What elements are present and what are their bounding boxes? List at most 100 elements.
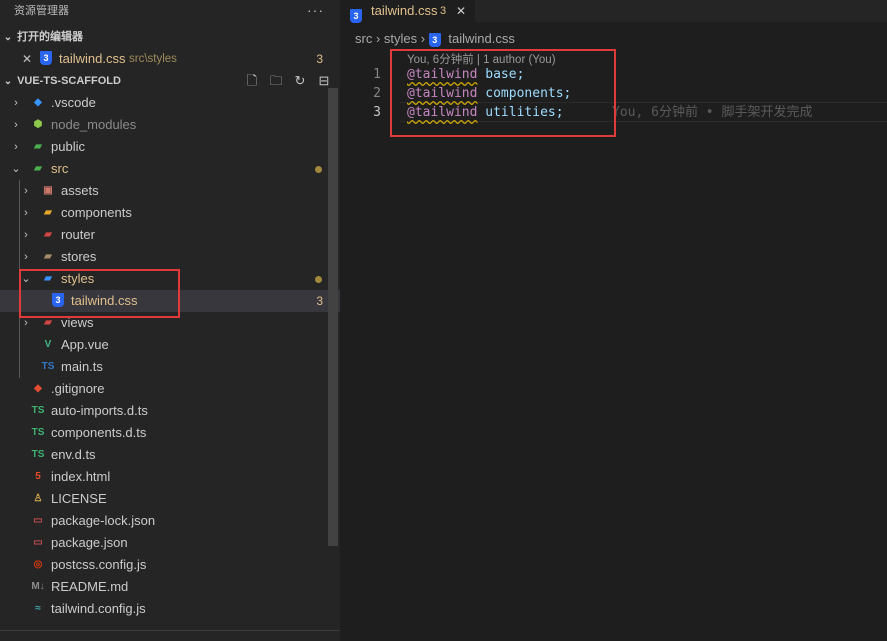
tree-item-label: router [61, 227, 95, 242]
more-actions-icon[interactable]: ··· [307, 0, 324, 21]
chevron-right-icon: › [24, 251, 28, 263]
tree-item[interactable]: TS components.d.ts [0, 422, 340, 444]
problem-count-badge: 3 [316, 294, 323, 308]
tree-item-label: index.html [51, 469, 111, 484]
highlight-box-styles [19, 269, 180, 318]
breadcrumb-file[interactable]: tailwind.css [448, 31, 514, 46]
tab-tailwind-css[interactable]: 3 tailwind.css 3 ✕ [340, 0, 475, 23]
chevron-right-icon: › [14, 97, 18, 109]
open-editor-filename: tailwind.css [59, 51, 126, 66]
src-folder-icon: ▰ [34, 163, 42, 174]
license-file-icon: ♙ [33, 493, 43, 504]
close-icon[interactable]: ✕ [21, 48, 33, 70]
tree-item-label: LICENSE [51, 491, 107, 506]
vue-file-icon: V [44, 339, 52, 350]
css-file-icon: 3 [38, 51, 54, 67]
tree-item-label: package-lock.json [51, 513, 156, 528]
tree-item[interactable]: ▭ package-lock.json [0, 510, 340, 532]
tree-item[interactable]: 5 index.html [0, 466, 340, 488]
tree-item[interactable]: › ▣ assets [0, 180, 340, 202]
tree-item-label: env.d.ts [51, 447, 96, 462]
tree-item[interactable]: ◎ postcss.config.js [0, 554, 340, 576]
tree-item[interactable]: V App.vue [0, 334, 340, 356]
chevron-right-icon: › [420, 31, 429, 46]
tree-item-label: main.ts [61, 359, 103, 374]
open-editor-item[interactable]: ✕ 3 tailwind.css src\styles 3 [0, 48, 340, 70]
chevron-right-icon: › [14, 141, 18, 153]
file-tree: › ◆ .vscode › ⬢ node_modules › ▰ public ⌄ ▰ src › ▣ as… [0, 92, 340, 620]
git-blame-annotation: You, 6分钟前 • 脚手架开发完成 [612, 105, 813, 120]
css-file-icon: 3 [428, 31, 441, 47]
tab-bar: 3 tailwind.css 3 ✕ [340, 0, 887, 23]
npm-file-icon: ▭ [33, 537, 43, 548]
stores-folder-icon: ▰ [44, 251, 52, 262]
tree-item[interactable]: ◆ .gitignore [0, 378, 340, 400]
tree-item-label: postcss.config.js [51, 557, 147, 572]
tree-item-label: .vscode [51, 95, 96, 110]
tree-item[interactable]: M↓ README.md [0, 576, 340, 598]
tree-item-label: src [51, 161, 69, 176]
open-editor-path: src\styles [129, 53, 177, 65]
tree-item[interactable]: ≈ tailwind.config.js [0, 598, 340, 620]
chevron-right-icon: › [24, 207, 28, 219]
tab-close-icon[interactable]: ✕ [456, 0, 466, 22]
project-header[interactable]: ⌄ VUE-TS-SCAFFOLD 🗋 🗀 ↻ ⊟ [0, 70, 340, 92]
tree-item[interactable]: ♙ LICENSE [0, 488, 340, 510]
tree-item-label: node_modules [51, 117, 137, 132]
explorer-title: 资源管理器 ··· [0, 0, 340, 22]
tree-item[interactable]: › ▰ components [0, 202, 340, 224]
node-folder-icon: ⬢ [33, 119, 43, 130]
chevron-right-icon: › [24, 185, 28, 197]
tree-item-label: stores [61, 249, 97, 264]
open-editors-header[interactable]: ⌄ 打开的编辑器 [0, 26, 340, 48]
tree-item-label: App.vue [61, 337, 109, 352]
tree-item[interactable]: TS main.ts [0, 356, 340, 378]
tree-item[interactable]: › ⬢ node_modules [0, 114, 340, 136]
breadcrumb-src[interactable]: src [355, 31, 372, 46]
tree-item-label: .gitignore [51, 381, 105, 396]
breadcrumb: src › styles › 3 tailwind.css [340, 22, 887, 52]
npm-file-icon: ▭ [33, 515, 43, 526]
editor-area: 3 tailwind.css 3 ✕ src › styles › 3 tail… [340, 0, 887, 641]
tree-item[interactable]: › ▰ router [0, 224, 340, 246]
tree-item-label: package.json [51, 535, 128, 550]
chevron-down-icon: ⌄ [3, 76, 13, 87]
tree-item[interactable]: › ◆ .vscode [0, 92, 340, 114]
new-file-icon[interactable]: 🗋 [244, 70, 260, 92]
tree-item-label: assets [61, 183, 99, 198]
explorer-sidebar: 资源管理器 ··· ⌄ 打开的编辑器 ✕ 3 tailwind.css src\… [0, 0, 340, 641]
vscode-folder-icon: ◆ [34, 97, 42, 108]
ts-def-file-icon: TS [31, 427, 45, 438]
tree-item[interactable]: TS auto-imports.d.ts [0, 400, 340, 422]
components-folder-icon: ▰ [44, 207, 52, 218]
router-folder-icon: ▰ [44, 229, 52, 240]
timeline-strip [0, 630, 340, 641]
breadcrumb-styles[interactable]: styles [384, 31, 417, 46]
tree-item[interactable]: TS env.d.ts [0, 444, 340, 466]
public-folder-icon: ▰ [34, 141, 42, 152]
refresh-icon[interactable]: ↻ [292, 70, 308, 92]
markdown-file-icon: M↓ [31, 581, 45, 592]
line-number: 3 [373, 105, 381, 120]
tree-item-label: auto-imports.d.ts [51, 403, 148, 418]
explorer-title-label: 资源管理器 [14, 5, 69, 17]
highlight-box-code [390, 49, 616, 137]
tree-item-label: README.md [51, 579, 129, 594]
chevron-right-icon: › [24, 229, 28, 241]
html-file-icon: 5 [35, 471, 41, 482]
tree-item[interactable]: › ▰ public [0, 136, 340, 158]
line-number: 1 [373, 67, 381, 82]
tree-item[interactable]: › ▰ stores [0, 246, 340, 268]
ts-file-icon: TS [41, 361, 55, 372]
tree-item[interactable]: ⌄ ▰ src [0, 158, 340, 180]
chevron-right-icon: › [375, 31, 384, 46]
tab-problem-badge: 3 [440, 5, 447, 17]
new-folder-icon[interactable]: 🗀 [268, 70, 284, 92]
project-name: VUE-TS-SCAFFOLD [17, 75, 121, 87]
tree-item-label: components [61, 205, 132, 220]
tree-item-label: components.d.ts [51, 425, 147, 440]
git-file-icon: ◆ [34, 383, 42, 394]
sidebar-scrollbar[interactable] [328, 88, 338, 546]
tree-item[interactable]: ▭ package.json [0, 532, 340, 554]
ts-def-file-icon: TS [31, 405, 45, 416]
